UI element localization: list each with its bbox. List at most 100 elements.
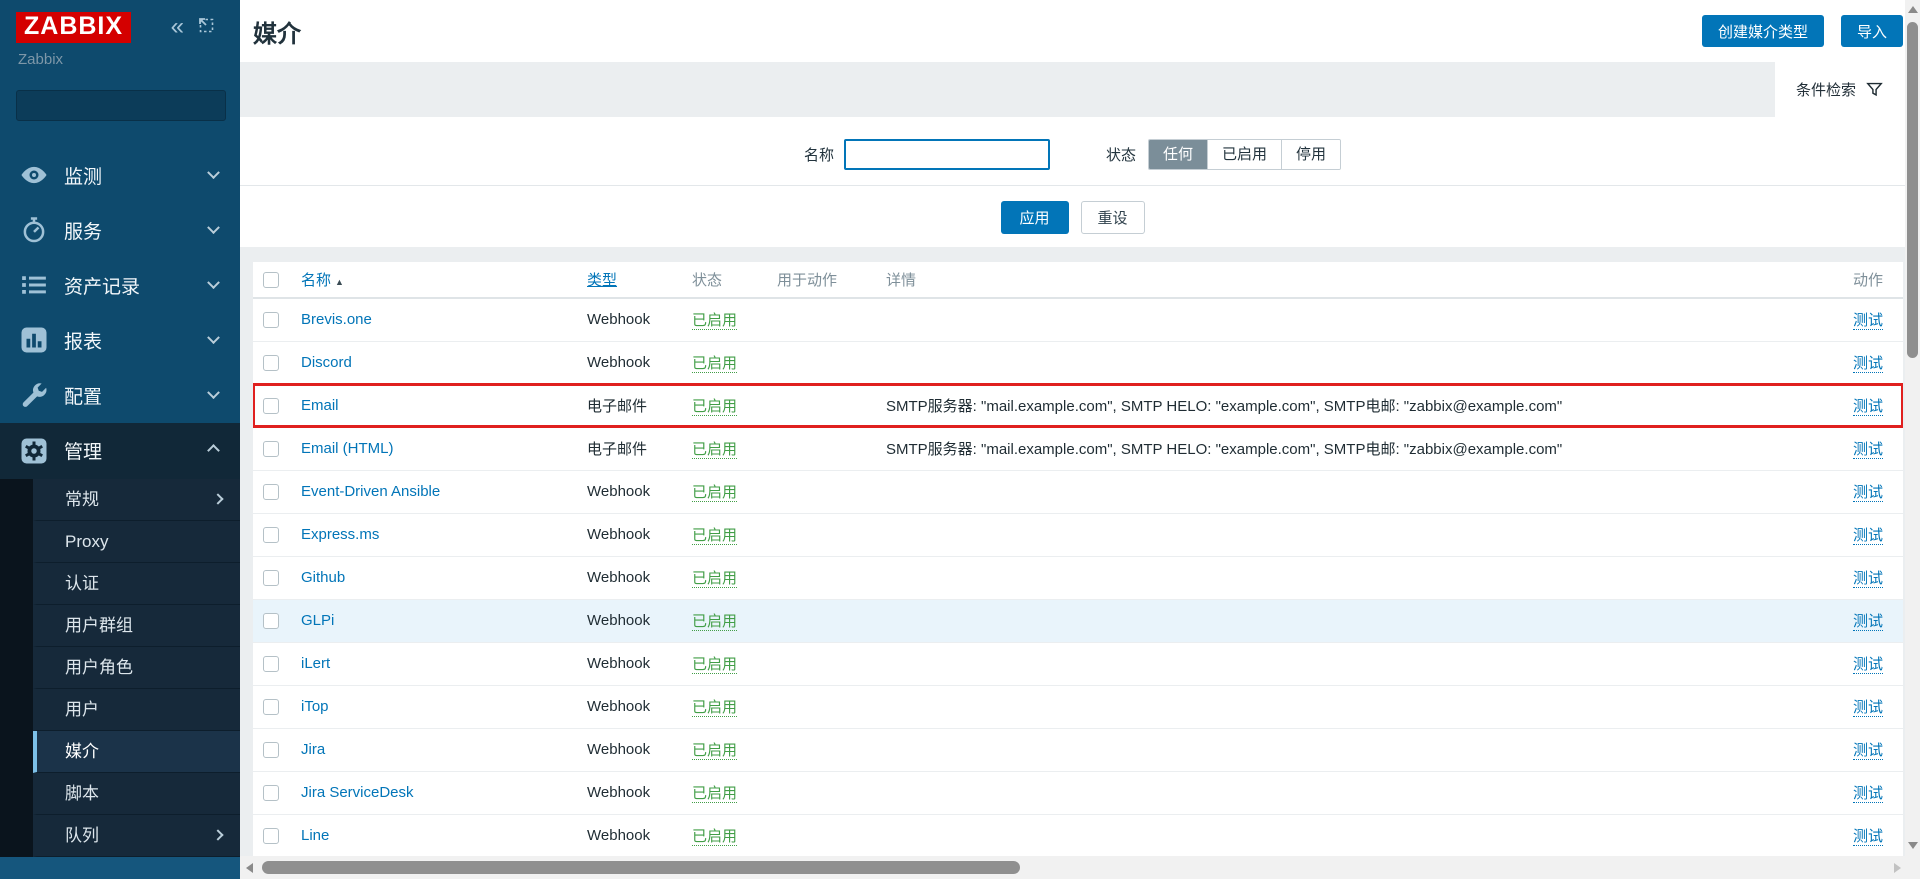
import-button[interactable]: 导入 [1841, 15, 1903, 47]
media-type-name-link[interactable]: Line [301, 827, 329, 844]
row-checkbox[interactable] [263, 312, 279, 328]
test-link[interactable]: 测试 [1853, 398, 1883, 416]
collapse-sidebar-icon[interactable]: « [171, 18, 184, 36]
test-link[interactable]: 测试 [1853, 656, 1883, 674]
row-checkbox[interactable] [263, 484, 279, 500]
column-header-type[interactable]: 类型 [587, 262, 692, 298]
row-checkbox[interactable] [263, 785, 279, 801]
scroll-right-icon[interactable] [1894, 863, 1901, 873]
media-type-name-link[interactable]: Discord [301, 354, 352, 371]
row-checkbox[interactable] [263, 527, 279, 543]
media-type-name-link[interactable]: Event-Driven Ansible [301, 483, 440, 500]
sidebar-item-administration[interactable]: 管理 [0, 423, 240, 479]
sidebar-item-reports[interactable]: 报表 [0, 313, 240, 368]
filter-tab[interactable]: 条件检索 [1775, 62, 1905, 117]
sidebar-item-users[interactable]: 用户 [33, 689, 240, 731]
status-option-any[interactable]: 任何 [1149, 140, 1207, 169]
media-type-status-link[interactable]: 已启用 [692, 355, 737, 373]
media-type-type: Webhook [587, 311, 650, 328]
sidebar-item-general[interactable]: 常规 [33, 479, 240, 521]
sidebar-item-scripts[interactable]: 脚本 [33, 773, 240, 815]
sidebar-item-media-types[interactable]: 媒介 [33, 731, 240, 773]
row-checkbox[interactable] [263, 441, 279, 457]
status-option-enabled[interactable]: 已启用 [1207, 140, 1281, 169]
media-type-name-link[interactable]: Email (HTML) [301, 440, 394, 457]
media-type-status-link[interactable]: 已启用 [692, 656, 737, 674]
zabbix-logo[interactable]: ZABBIX [16, 12, 131, 43]
eye-icon [18, 160, 50, 190]
row-checkbox[interactable] [263, 742, 279, 758]
vertical-scrollbar[interactable] [1905, 0, 1920, 879]
media-type-status-link[interactable]: 已启用 [692, 398, 737, 416]
media-type-name-link[interactable]: Jira ServiceDesk [301, 784, 414, 801]
reset-button[interactable]: 重设 [1081, 201, 1145, 234]
media-type-name-link[interactable]: Jira [301, 741, 325, 758]
chevron-down-icon [207, 386, 220, 399]
media-type-name-link[interactable]: Brevis.one [301, 311, 372, 328]
media-type-name-link[interactable]: Email [301, 397, 339, 414]
test-link[interactable]: 测试 [1853, 828, 1883, 846]
media-type-status-link[interactable]: 已启用 [692, 613, 737, 631]
test-link[interactable]: 测试 [1853, 742, 1883, 760]
vertical-scroll-thumb[interactable] [1907, 22, 1918, 358]
select-all-checkbox[interactable] [263, 272, 279, 288]
test-link[interactable]: 测试 [1853, 441, 1883, 459]
media-type-type: Webhook [587, 483, 650, 500]
scroll-down-icon[interactable] [1908, 842, 1918, 849]
sidebar-item-services[interactable]: 服务 [0, 203, 240, 258]
table-row: Event-Driven Ansible Webhook 已启用 测试 [253, 470, 1903, 513]
row-checkbox[interactable] [263, 656, 279, 672]
media-type-name-link[interactable]: Express.ms [301, 526, 379, 543]
test-link[interactable]: 测试 [1853, 613, 1883, 631]
row-checkbox[interactable] [263, 570, 279, 586]
media-type-name-link[interactable]: iTop [301, 698, 329, 715]
row-checkbox[interactable] [263, 699, 279, 715]
media-type-status-link[interactable]: 已启用 [692, 484, 737, 502]
media-type-status-link[interactable]: 已启用 [692, 441, 737, 459]
row-checkbox[interactable] [263, 828, 279, 844]
media-type-status-link[interactable]: 已启用 [692, 527, 737, 545]
sidebar-item-authentication[interactable]: 认证 [33, 563, 240, 605]
sidebar-item-proxy[interactable]: Proxy [33, 521, 240, 563]
sidebar-item-queue[interactable]: 队列 [33, 815, 240, 857]
sidebar-item-configuration[interactable]: 配置 [0, 368, 240, 423]
test-link[interactable]: 测试 [1853, 570, 1883, 588]
media-type-status-link[interactable]: 已启用 [692, 785, 737, 803]
sidebar-item-inventory[interactable]: 资产记录 [0, 258, 240, 313]
column-header-details: 详情 [886, 262, 1815, 298]
search-input[interactable] [17, 97, 232, 114]
create-media-type-button[interactable]: 创建媒介类型 [1702, 15, 1824, 47]
row-checkbox[interactable] [263, 398, 279, 414]
test-link[interactable]: 测试 [1853, 355, 1883, 373]
test-link[interactable]: 测试 [1853, 785, 1883, 803]
test-link[interactable]: 测试 [1853, 699, 1883, 717]
media-type-name-link[interactable]: iLert [301, 655, 330, 672]
media-type-status-link[interactable]: 已启用 [692, 742, 737, 760]
status-option-disabled[interactable]: 停用 [1281, 140, 1340, 169]
media-type-status-link[interactable]: 已启用 [692, 699, 737, 717]
test-link[interactable]: 测试 [1853, 312, 1883, 330]
name-filter-input[interactable] [844, 139, 1050, 170]
sidebar-item-user-groups[interactable]: 用户群组 [33, 605, 240, 647]
row-checkbox[interactable] [263, 355, 279, 371]
media-type-status-link[interactable]: 已启用 [692, 312, 737, 330]
row-checkbox[interactable] [263, 613, 279, 629]
chevron-up-icon [207, 444, 220, 457]
horizontal-scroll-thumb[interactable] [262, 861, 1020, 874]
sidebar-item-monitoring[interactable]: 监测 [0, 148, 240, 203]
sidebar-search[interactable] [16, 90, 226, 121]
test-link[interactable]: 测试 [1853, 527, 1883, 545]
media-type-name-link[interactable]: Github [301, 569, 345, 586]
column-header-name[interactable]: 名称▲ [301, 262, 587, 298]
sidebar-item-user-roles[interactable]: 用户角色 [33, 647, 240, 689]
apply-button[interactable]: 应用 [1001, 201, 1069, 234]
media-type-name-link[interactable]: GLPi [301, 612, 334, 629]
scroll-up-icon[interactable] [1908, 6, 1918, 13]
scroll-left-icon[interactable] [246, 863, 253, 873]
expand-window-icon[interactable] [196, 15, 215, 39]
test-link[interactable]: 测试 [1853, 484, 1883, 502]
media-type-details: SMTP服务器: "mail.example.com", SMTP HELO: … [886, 441, 1562, 458]
media-type-status-link[interactable]: 已启用 [692, 828, 737, 846]
media-type-status-link[interactable]: 已启用 [692, 570, 737, 588]
horizontal-scrollbar[interactable] [240, 856, 1905, 879]
